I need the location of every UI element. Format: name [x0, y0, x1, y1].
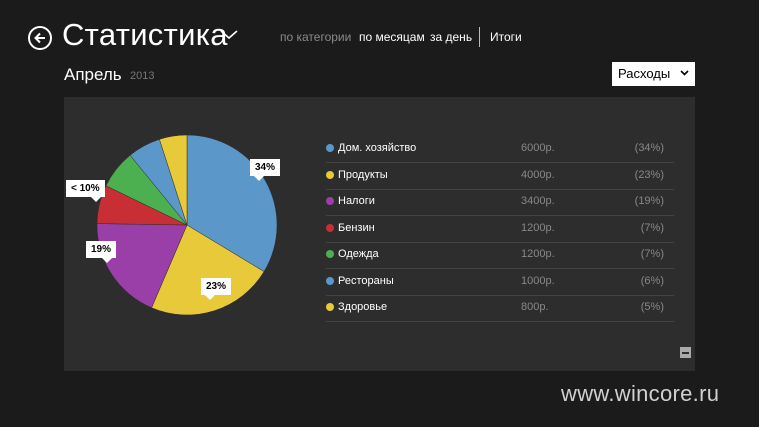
legend-row[interactable]: Продукты 4000р. (23%) — [326, 163, 674, 190]
minus-icon — [682, 351, 689, 354]
nav-by-day[interactable]: за день — [430, 30, 472, 44]
watermark: www.wincore.ru — [561, 381, 720, 406]
nav-by-category[interactable]: по категории — [280, 30, 351, 44]
legend-row[interactable]: Бензин 1200р. (7%) — [326, 216, 674, 243]
category-amount: 1200р. — [521, 222, 555, 234]
chevron-down-icon[interactable] — [220, 30, 238, 40]
pie-label-benzin: < 10% — [66, 180, 105, 202]
nav-totals[interactable]: Итоги — [490, 30, 522, 44]
category-name: Дом. хозяйство — [338, 142, 417, 154]
legend-color-dot — [326, 197, 334, 205]
category-name: Одежда — [338, 248, 379, 260]
category-percent: (23%) — [634, 169, 664, 181]
legend-row[interactable]: Дом. хозяйство 6000р. (34%) — [326, 136, 674, 163]
legend-row[interactable]: Налоги 3400р. (19%) — [326, 189, 674, 216]
category-percent: (6%) — [640, 275, 664, 287]
category-amount: 800р. — [521, 301, 549, 313]
legend-color-dot — [326, 303, 334, 311]
legend-color-dot — [326, 250, 334, 258]
category-amount: 4000р. — [521, 169, 555, 181]
legend-row[interactable]: Рестораны 1000р. (6%) — [326, 269, 674, 296]
pie-label-nalogi: 19% — [86, 241, 117, 263]
legend-color-dot — [326, 171, 334, 179]
category-percent: (5%) — [640, 301, 664, 313]
month-label: Апрель — [64, 65, 122, 84]
category-name: Бензин — [338, 222, 375, 234]
pie-label-dom: 34% — [250, 159, 281, 181]
year-label: 2013 — [130, 70, 155, 82]
pie-label-prod: 23% — [201, 278, 232, 300]
back-button[interactable] — [28, 26, 52, 50]
category-name: Продукты — [338, 169, 388, 181]
dropdown-value: Расходы — [618, 66, 671, 81]
category-amount: 3400р. — [521, 195, 555, 207]
category-percent: (34%) — [634, 142, 664, 154]
chart-panel: 34% 23% 19% < 10% Дом. хозяйство 6000р. … — [64, 97, 695, 371]
nav-by-month[interactable]: по месяцам — [359, 30, 425, 44]
arrow-left-icon — [34, 32, 45, 44]
category-amount: 1000р. — [521, 275, 555, 287]
category-name: Рестораны — [338, 275, 394, 287]
category-name: Здоровье — [338, 301, 388, 313]
pie-chart — [96, 134, 278, 316]
page-title: Статистика — [62, 17, 228, 52]
legend-color-dot — [326, 277, 334, 285]
legend-color-dot — [326, 144, 334, 152]
legend-color-dot — [326, 224, 334, 232]
category-amount: 6000р. — [521, 142, 555, 154]
chevron-down-icon — [680, 70, 689, 76]
category-percent: (7%) — [640, 222, 664, 234]
type-dropdown[interactable]: Расходы — [612, 62, 695, 86]
category-name: Налоги — [338, 195, 375, 207]
category-percent: (7%) — [640, 248, 664, 260]
legend-row[interactable]: Одежда 1200р. (7%) — [326, 242, 674, 269]
minimize-button[interactable] — [680, 347, 691, 358]
nav-divider — [479, 27, 480, 47]
category-percent: (19%) — [634, 195, 664, 207]
legend-row[interactable]: Здоровье 800р. (5%) — [326, 295, 674, 322]
category-amount: 1200р. — [521, 248, 555, 260]
